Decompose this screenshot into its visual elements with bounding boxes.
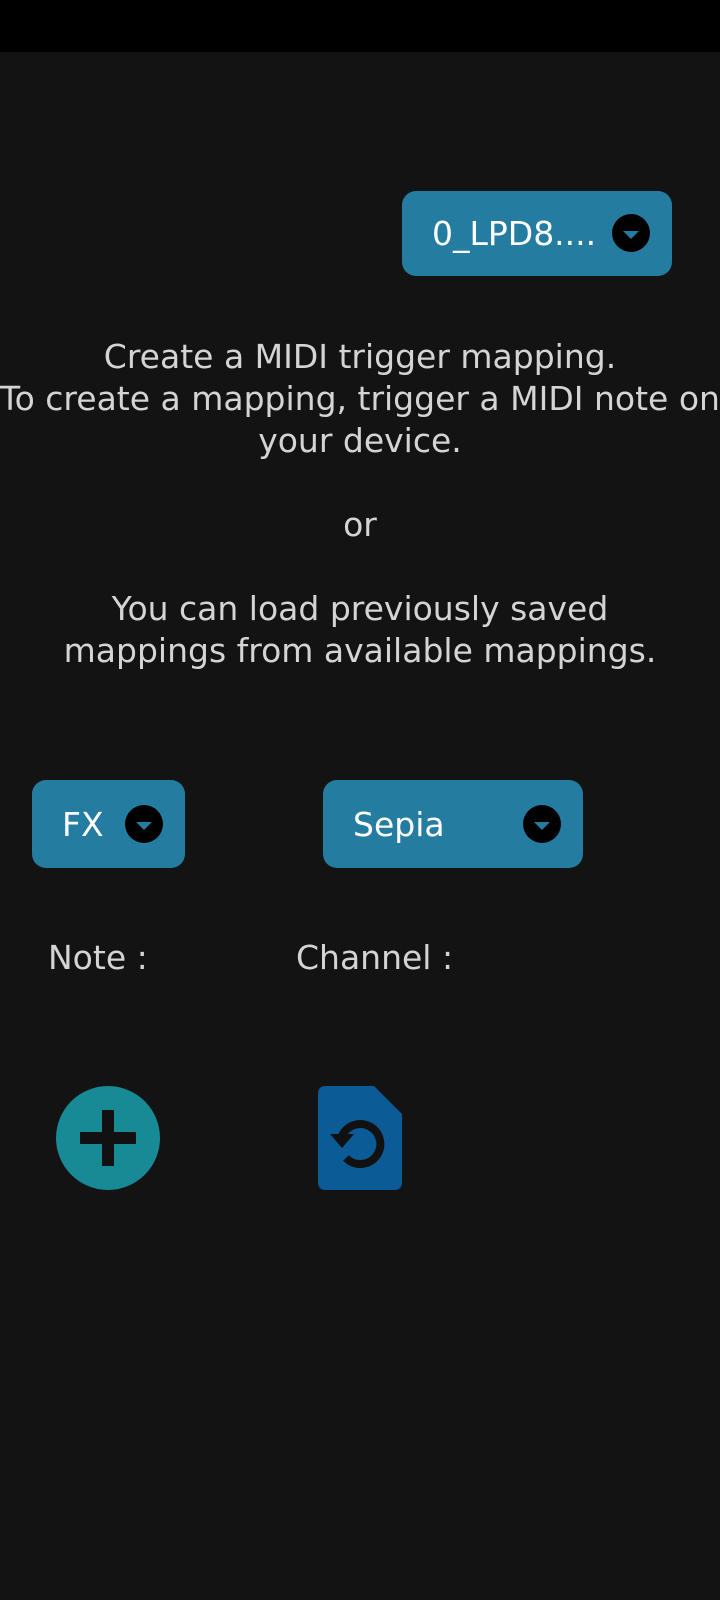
file-restore-icon xyxy=(318,1086,402,1190)
add-mapping-button[interactable] xyxy=(56,1086,160,1190)
instruction-title: Create a MIDI trigger mapping. xyxy=(103,337,617,376)
device-select[interactable]: 0_LPD8.... xyxy=(402,191,672,276)
effect-select-value: Sepia xyxy=(353,804,445,844)
effect-select[interactable]: Sepia xyxy=(323,780,583,868)
dropdown-caret-icon xyxy=(612,214,650,252)
channel-label: Channel : xyxy=(296,938,454,977)
instruction-load: You can load previously saved mappings f… xyxy=(63,589,657,670)
mapping-type-value: FX xyxy=(62,804,104,844)
note-label: Note : xyxy=(48,938,148,977)
dropdown-caret-icon xyxy=(125,805,163,843)
plus-icon xyxy=(80,1110,136,1166)
instruction-trigger: To create a mapping, trigger a MIDI note… xyxy=(0,379,720,460)
status-bar xyxy=(0,0,720,52)
device-select-value: 0_LPD8.... xyxy=(432,214,597,253)
instructions: Create a MIDI trigger mapping. To create… xyxy=(0,336,720,672)
instruction-or: or xyxy=(343,505,377,544)
mapping-type-select[interactable]: FX xyxy=(32,780,185,868)
load-mappings-button[interactable] xyxy=(318,1086,402,1190)
dropdown-caret-icon xyxy=(523,805,561,843)
